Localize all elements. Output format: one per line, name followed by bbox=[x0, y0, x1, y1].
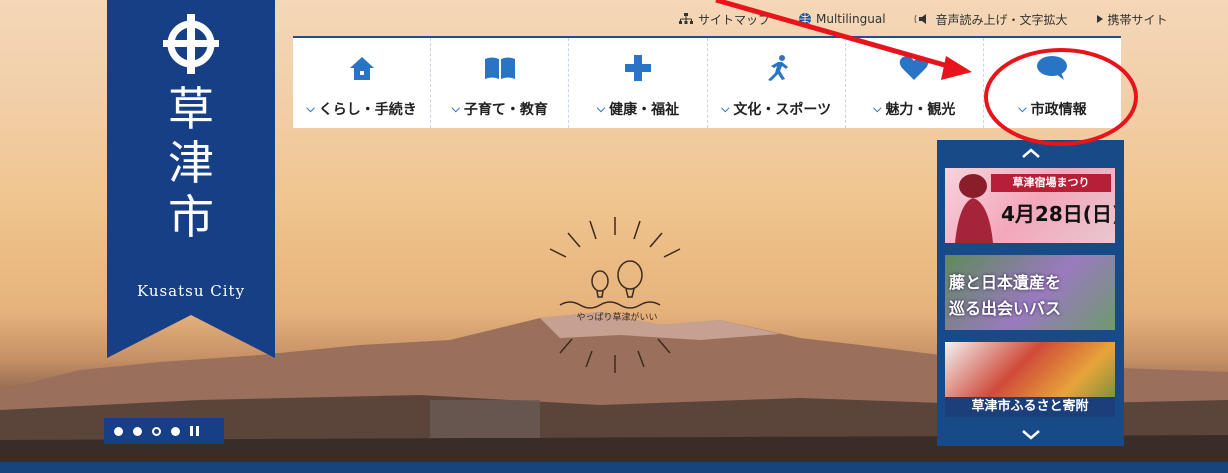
nav-item-tourism[interactable]: ⌵ 魅力・観光 bbox=[844, 38, 983, 128]
nav-item-childcare[interactable]: ⌵ 子育て・教育 bbox=[430, 38, 568, 128]
slide-dot[interactable] bbox=[133, 426, 142, 436]
balloon-sketch-illustration bbox=[549, 217, 681, 373]
slide-dot[interactable] bbox=[114, 426, 123, 436]
book-icon bbox=[484, 57, 515, 79]
house-icon bbox=[349, 57, 374, 80]
slide-dot-active[interactable] bbox=[152, 426, 161, 436]
city-name-char: 津 bbox=[168, 136, 214, 190]
sitemap-label: サイトマップ bbox=[698, 12, 771, 27]
slider-controls bbox=[104, 418, 224, 444]
nav-item-culture[interactable]: ⌵ 文化・スポーツ bbox=[706, 38, 845, 128]
multilingual-label: Multilingual bbox=[816, 12, 886, 26]
chevron-down-icon bbox=[1021, 430, 1040, 440]
nav-label: 文化・スポーツ bbox=[733, 102, 832, 118]
slide-dot[interactable] bbox=[171, 426, 180, 436]
triangle-right-icon bbox=[1096, 15, 1103, 23]
banner-fuji-bus[interactable]: 藤と日本遺産を 巡る出会いバス bbox=[945, 255, 1115, 330]
city-name-english: Kusatsu City bbox=[136, 282, 246, 300]
nav-item-health[interactable]: ⌵ 健康・福祉 bbox=[568, 38, 706, 128]
pause-icon[interactable] bbox=[190, 426, 199, 436]
speech-zoom-link[interactable]: 音声読み上げ・文字拡大 bbox=[914, 11, 1068, 28]
nav-label: くらし・手続き bbox=[318, 102, 417, 118]
city-name-char: 市 bbox=[168, 190, 214, 244]
chevron-down-icon: ⌵ bbox=[306, 102, 315, 115]
plus-icon bbox=[624, 55, 651, 81]
festival-title: 草津宿場まつり bbox=[991, 174, 1111, 192]
mobile-site-label: 携帯サイト bbox=[1107, 12, 1168, 27]
carousel-up-button[interactable] bbox=[937, 140, 1124, 166]
carousel-down-button[interactable] bbox=[937, 422, 1124, 448]
furusato-title: 草津市ふるさと寄附 bbox=[945, 397, 1115, 417]
chevron-down-icon: ⌵ bbox=[721, 102, 730, 115]
nav-label: 子育て・教育 bbox=[463, 102, 548, 118]
nav-label: 市政情報 bbox=[1030, 102, 1087, 118]
festival-date: 4月28日(日) bbox=[1001, 202, 1115, 226]
banner-festival[interactable]: 草津宿場まつり 4月28日(日) bbox=[945, 168, 1115, 243]
fuji-bus-line2: 巡る出会いバス bbox=[949, 299, 1062, 318]
banner-furusato-tax[interactable]: 草津市ふるさと寄附 bbox=[945, 342, 1115, 417]
main-navigation: ⌵ くらし・手続き ⌵ 子育て・教育 ⌵ 健康・福祉 ⌵ 文化・スポーツ ⌵ 魅力・観光 … bbox=[293, 38, 1121, 128]
nav-label: 健康・福祉 bbox=[609, 102, 680, 118]
globe-icon bbox=[799, 13, 812, 25]
nav-label: 魅力・観光 bbox=[885, 102, 956, 118]
sketch-caption: やっぱり草津がいい bbox=[576, 313, 658, 323]
nav-item-living[interactable]: ⌵ くらし・手続き bbox=[293, 38, 430, 128]
city-emblem-icon bbox=[163, 14, 219, 74]
multilingual-link[interactable]: Multilingual bbox=[798, 12, 886, 26]
chevron-down-icon: ⌵ bbox=[873, 102, 882, 115]
sitemap-link[interactable]: サイトマップ bbox=[678, 11, 770, 28]
speaker-icon bbox=[914, 14, 926, 24]
chevron-down-icon: ⌵ bbox=[1018, 102, 1027, 115]
speech-zoom-label: 音声読み上げ・文字拡大 bbox=[935, 12, 1068, 27]
city-name-vertical: 草 津 市 bbox=[107, 82, 275, 244]
sitemap-icon bbox=[679, 13, 693, 24]
utility-links: サイトマップ Multilingual 音声読み上げ・文字拡大 携帯サイト bbox=[678, 9, 1168, 29]
nav-item-city-info[interactable]: ⌵ 市政情報 bbox=[982, 38, 1121, 128]
city-name-char: 草 bbox=[168, 82, 214, 136]
chevron-down-icon: ⌵ bbox=[451, 102, 460, 115]
mobile-site-link[interactable]: 携帯サイト bbox=[1096, 11, 1168, 28]
city-logo-banner[interactable]: 草 津 市 Kusatsu City bbox=[107, 0, 275, 358]
chevron-down-icon: ⌵ bbox=[596, 102, 606, 115]
runner-icon bbox=[768, 55, 789, 81]
side-banner-carousel: 草津宿場まつり 4月28日(日) 藤と日本遺産を 巡る出会いバス 草津市ふるさと… bbox=[937, 140, 1124, 446]
speech-bubble-icon bbox=[1037, 56, 1068, 80]
heart-icon bbox=[899, 56, 929, 80]
chevron-up-icon bbox=[1021, 148, 1040, 158]
fuji-bus-line1: 藤と日本遺産を bbox=[949, 273, 1062, 292]
bottom-bar bbox=[0, 462, 1228, 473]
